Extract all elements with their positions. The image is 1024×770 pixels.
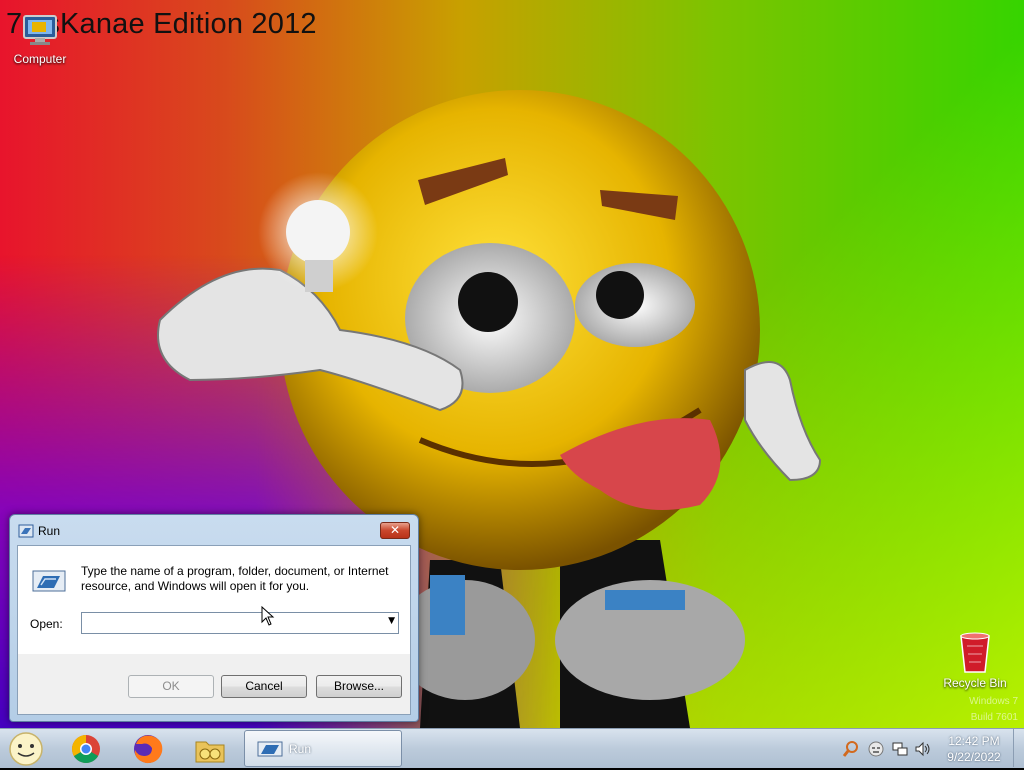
cancel-button[interactable]: Cancel xyxy=(221,675,307,698)
smiley-orb-icon xyxy=(9,732,43,766)
taskbar-run-label: Run xyxy=(289,742,312,756)
show-desktop-button[interactable] xyxy=(1013,729,1024,767)
taskbar-firefox[interactable] xyxy=(126,732,170,766)
taskbar-chrome[interactable] xyxy=(64,732,108,766)
mouse-cursor-icon xyxy=(261,606,275,626)
taskbar: Run 12:42 PM 9/22/2022 xyxy=(0,728,1024,768)
search-icon[interactable] xyxy=(842,740,860,758)
ok-button[interactable]: OK xyxy=(128,675,214,698)
watermark-line: Windows 7 xyxy=(969,696,1018,707)
taskbar-explorer[interactable] xyxy=(188,732,232,766)
desktop-icon-label: Recycle Bin xyxy=(943,676,1007,690)
recycle-bin-icon xyxy=(960,632,990,673)
clock-date: 9/22/2022 xyxy=(947,750,1001,764)
explorer-icon xyxy=(195,741,225,763)
open-label: Open: xyxy=(30,617,63,631)
desktop-icon-computer[interactable]: Computer xyxy=(2,10,78,66)
emoji-icon[interactable] xyxy=(867,740,885,758)
run-dialog-body: Type the name of a program, folder, docu… xyxy=(17,545,411,715)
run-icon xyxy=(257,741,283,757)
run-dialog-content: Type the name of a program, folder, docu… xyxy=(18,546,410,654)
chevron-down-icon[interactable]: ▼ xyxy=(388,616,395,626)
start-button[interactable] xyxy=(6,731,46,767)
run-description: Type the name of a program, folder, docu… xyxy=(81,564,389,593)
run-icon xyxy=(18,524,34,538)
taskbar-run-task[interactable]: Run xyxy=(244,730,402,767)
desktop-icon-label: Computer xyxy=(13,52,67,66)
desktop-icon-recycle-bin[interactable]: Recycle Bin xyxy=(937,630,1013,690)
computer-icon xyxy=(23,15,57,45)
network-icon[interactable] xyxy=(891,740,909,758)
close-button[interactable]: ✕ xyxy=(380,522,410,539)
run-dialog-title: Run xyxy=(38,524,61,538)
open-combobox[interactable]: ▼ xyxy=(81,612,399,634)
volume-icon[interactable] xyxy=(914,740,932,758)
taskbar-clock[interactable]: 12:42 PM 9/22/2022 xyxy=(938,733,1010,765)
windows-watermark: Windows 7 Build 7601 xyxy=(969,694,1018,726)
run-dialog[interactable]: Run ✕ Type the name of a program, folder… xyxy=(9,514,419,722)
clock-time: 12:42 PM xyxy=(948,734,1000,748)
run-program-icon xyxy=(32,570,66,592)
browse-button[interactable]: Browse... xyxy=(316,675,402,698)
watermark-line: Build 7601 xyxy=(970,712,1018,723)
close-icon: ✕ xyxy=(389,523,401,537)
open-input[interactable] xyxy=(85,614,384,634)
run-dialog-titlebar[interactable]: Run ✕ xyxy=(10,515,418,545)
firefox-icon xyxy=(134,735,163,764)
chrome-icon xyxy=(72,735,100,763)
